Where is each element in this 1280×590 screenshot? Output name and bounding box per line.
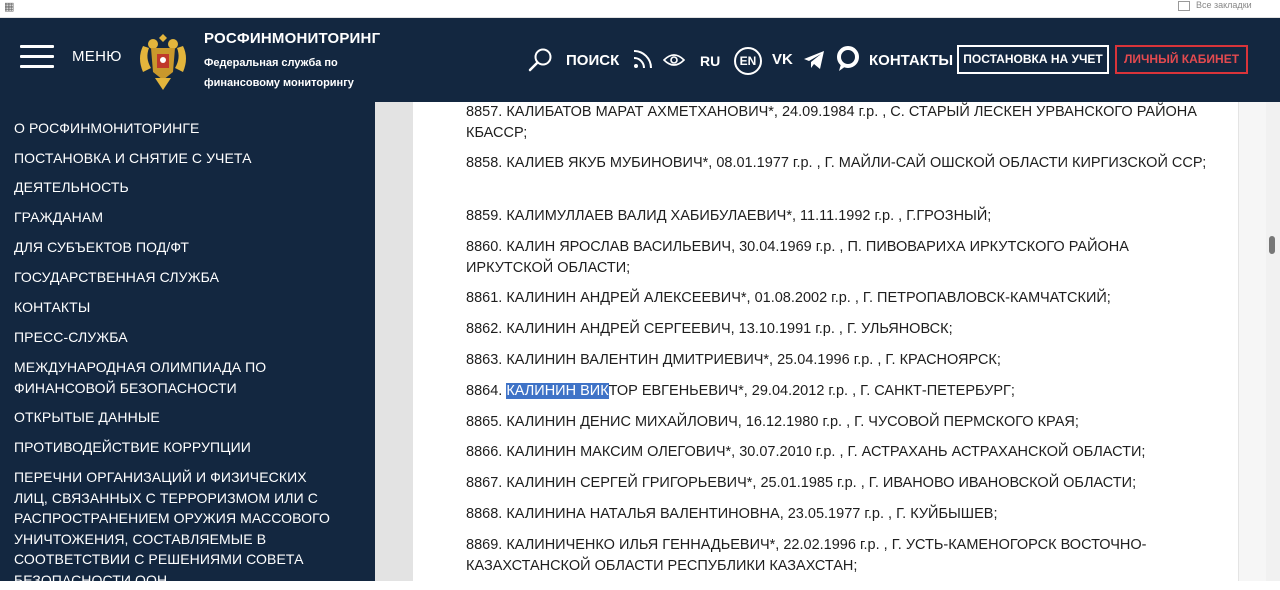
list-item: 8862. КАЛИНИН АНДРЕЙ СЕРГЕЕВИЧ, 13.10.19… (466, 321, 953, 337)
list-item: 8863. КАЛИНИН ВАЛЕНТИН ДМИТРИЕВИЧ*, 25.0… (466, 352, 1001, 368)
brand-subtitle-line1: Федеральная служба по (204, 57, 338, 69)
eye-icon[interactable] (663, 52, 685, 68)
personal-cabinet-button[interactable]: ЛИЧНЫЙ КАБИНЕТ (1115, 45, 1248, 74)
brand-title[interactable]: РОСФИНМОНИТОРИНГ (204, 30, 380, 47)
list-item: 8867. КАЛИНИН СЕРГЕЙ ГРИГОРЬЕВИЧ*, 25.01… (466, 475, 1137, 491)
registration-button[interactable]: ПОСТАНОВКА НА УЧЕТ (957, 45, 1109, 74)
bookmarks-folder-icon[interactable] (1178, 1, 1190, 11)
sidebar-item-press[interactable]: ПРЕСС-СЛУЖБА (14, 327, 359, 348)
sidebar-item-registration[interactable]: ПОСТАНОВКА И СНЯТИЕ С УЧЕТА (14, 148, 359, 169)
list-item: 8857. КАЛИБАТОВ МАРАТ АХМЕТХАНОВИЧ*, 24.… (466, 104, 1197, 141)
list-item: 8860. КАЛИН ЯРОСЛАВ ВАСИЛЬЕВИЧ, 30.04.19… (466, 239, 1129, 276)
sidebar-item-activity[interactable]: ДЕЯТЕЛЬНОСТЬ (14, 177, 359, 198)
list-item: 8861. КАЛИНИН АНДРЕЙ АЛЕКСЕЕВИЧ*, 01.08.… (466, 290, 1111, 306)
vk-icon[interactable]: VK (772, 51, 793, 68)
entry-rest: ТОР ЕВГЕНЬЕВИЧ*, 29.04.2012 г.р. , Г. СА… (608, 383, 1015, 399)
list-item: 8858. КАЛИЕВ ЯКУБ МУБИНОВИЧ*, 08.01.1977… (466, 155, 1207, 171)
site-header: МЕНЮ РОСФИНМОНИТОРИНГ Федеральная служба… (0, 18, 1280, 102)
browser-bookmarks-bar: ▦ Все закладки (0, 0, 1280, 18)
telegram-icon[interactable] (803, 50, 825, 70)
sidebar-item-anticorruption[interactable]: ПРОТИВОДЕЙСТВИЕ КОРРУПЦИИ (14, 437, 359, 458)
sidebar-nav: О РОСФИНМОНИТОРИНГЕ ПОСТАНОВКА И СНЯТИЕ … (0, 102, 375, 588)
list-item: 8865. КАЛИНИН ДЕНИС МИХАЙЛОВИЧ, 16.12.19… (466, 414, 1079, 430)
entry-number: 8864. (466, 383, 507, 399)
sidebar-item-civil-service[interactable]: ГОСУДАРСТВЕННАЯ СЛУЖБА (14, 267, 359, 288)
sidebar-item-contacts[interactable]: КОНТАКТЫ (14, 297, 359, 318)
contacts-link[interactable]: КОНТАКТЫ (869, 52, 953, 69)
list-item: 8866. КАЛИНИН МАКСИМ ОЛЕГОВИЧ*, 30.07.20… (466, 444, 1146, 460)
language-en-link[interactable]: EN (734, 47, 762, 75)
double-headed-eagle-emblem-icon (140, 34, 186, 90)
rss-icon[interactable] (632, 48, 654, 70)
scrollbar-thumb[interactable] (1269, 236, 1275, 254)
bookmarks-label[interactable]: Все закладки (1196, 0, 1252, 10)
content-gutter (375, 102, 413, 581)
list-item-highlighted: 8864. КАЛИНИН ВИКТОР ЕВГЕНЬЕВИЧ*, 29.04.… (466, 381, 1211, 402)
apps-grid-icon[interactable]: ▦ (4, 0, 14, 13)
chat-bubble-icon[interactable] (836, 46, 860, 72)
sidebar-item-about[interactable]: О РОСФИНМОНИТОРИНГЕ (14, 118, 359, 139)
selected-text[interactable]: КАЛИНИН ВИК (506, 383, 609, 399)
scrollbar[interactable] (1266, 102, 1280, 581)
brand-subtitle: Федеральная служба по финансовому монито… (204, 53, 384, 93)
sidebar-item-open-data[interactable]: ОТКРЫТЫЕ ДАННЫЕ (14, 407, 359, 428)
sidebar-item-citizens[interactable]: ГРАЖДАНАМ (14, 207, 359, 228)
brand-subtitle-line2: финансовому мониторингу (204, 77, 354, 89)
list-item: 8859. КАЛИМУЛЛАЕВ ВАЛИД ХАБИБУЛАЕВИЧ*, 1… (466, 208, 992, 224)
list-item: 8869. КАЛИНИЧЕНКО ИЛЬЯ ГЕННАДЬЕВИЧ*, 22.… (466, 537, 1147, 574)
sidebar-item-olympiad[interactable]: МЕЖДУНАРОДНАЯ ОЛИМПИАДА ПО ФИНАНСОВОЙ БЕ… (14, 357, 294, 398)
sidebar-item-terrorist-lists[interactable]: ПЕРЕЧНИ ОРГАНИЗАЦИЙ И ФИЗИЧЕСКИХ ЛИЦ, СВ… (14, 467, 344, 590)
list-item: 8868. КАЛИНИНА НАТАЛЬЯ ВАЛЕНТИНОВНА, 23.… (466, 506, 998, 522)
search-label[interactable]: ПОИСК (566, 52, 619, 69)
hamburger-menu-icon[interactable] (20, 45, 54, 69)
language-ru-link[interactable]: RU (700, 53, 720, 69)
menu-label[interactable]: МЕНЮ (72, 48, 122, 65)
search-icon[interactable] (528, 47, 554, 73)
sidebar-item-subjects[interactable]: ДЛЯ СУБЪЕКТОВ ПОД/ФТ (14, 237, 359, 258)
